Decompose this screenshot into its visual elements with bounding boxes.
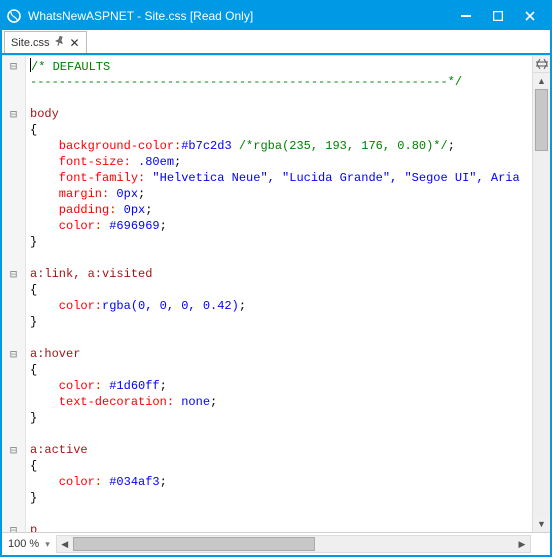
scroll-down-arrow-icon[interactable]: ▼: [533, 516, 550, 532]
tab-label: Site.css: [11, 37, 50, 49]
code-line[interactable]: [30, 426, 532, 442]
code-line[interactable]: {: [30, 458, 532, 474]
zoom-dropdown-icon[interactable]: ▾: [45, 539, 56, 550]
code-line[interactable]: }: [30, 234, 532, 250]
fold-toggle: [2, 154, 25, 170]
zoom-level[interactable]: 100 %: [2, 538, 45, 550]
fold-toggle: [2, 74, 25, 90]
document-tab[interactable]: Site.css ✕: [4, 31, 87, 53]
code-line[interactable]: [30, 506, 532, 522]
code-line[interactable]: {: [30, 362, 532, 378]
code-line[interactable]: a:hover: [30, 346, 532, 362]
code-line[interactable]: padding: 0px;: [30, 202, 532, 218]
maximize-button[interactable]: [484, 6, 512, 26]
title-bar[interactable]: WhatsNewASPNET - Site.css [Read Only]: [2, 2, 550, 30]
code-line[interactable]: [30, 90, 532, 106]
fold-toggle: [2, 410, 25, 426]
code-line[interactable]: font-size: .80em;: [30, 154, 532, 170]
hscroll-track[interactable]: [73, 536, 514, 552]
code-line[interactable]: a:link, a:visited: [30, 266, 532, 282]
code-line[interactable]: /* DEFAULTS: [30, 58, 532, 74]
code-line[interactable]: {: [30, 282, 532, 298]
fold-toggle: [2, 138, 25, 154]
fold-toggle: [2, 394, 25, 410]
code-line[interactable]: background-color:#b7c2d3 /*rgba(235, 193…: [30, 138, 532, 154]
horizontal-scrollbar[interactable]: ◀ ▶: [56, 535, 531, 553]
code-editor[interactable]: /* DEFAULTS-----------------------------…: [26, 56, 532, 532]
code-line[interactable]: color: #034af3;: [30, 474, 532, 490]
scroll-thumb[interactable]: [535, 89, 548, 151]
fold-toggle: [2, 250, 25, 266]
fold-toggle: [2, 218, 25, 234]
fold-toggle[interactable]: ⊟: [2, 58, 25, 74]
fold-toggle: [2, 378, 25, 394]
fold-toggle: [2, 426, 25, 442]
fold-toggle: [2, 362, 25, 378]
code-line[interactable]: {: [30, 122, 532, 138]
scroll-right-arrow-icon[interactable]: ▶: [514, 536, 530, 552]
minimize-button[interactable]: [452, 6, 480, 26]
fold-toggle: [2, 282, 25, 298]
code-line[interactable]: font-family: "Helvetica Neue", "Lucida G…: [30, 170, 532, 186]
code-line[interactable]: p: [30, 522, 532, 532]
fold-toggle: [2, 170, 25, 186]
fold-toggle: [2, 506, 25, 522]
outline-gutter[interactable]: ⊟ ⊟ ⊟ ⊟ ⊟ ⊟: [2, 56, 26, 532]
fold-toggle: [2, 314, 25, 330]
hscroll-thumb[interactable]: [73, 537, 315, 551]
fold-toggle: [2, 490, 25, 506]
scroll-left-arrow-icon[interactable]: ◀: [57, 536, 73, 552]
app-window: WhatsNewASPNET - Site.css [Read Only] Si…: [0, 0, 552, 557]
fold-toggle: [2, 330, 25, 346]
code-line[interactable]: [30, 250, 532, 266]
fold-toggle: [2, 122, 25, 138]
code-line[interactable]: }: [30, 410, 532, 426]
code-line[interactable]: margin: 0px;: [30, 186, 532, 202]
code-line[interactable]: }: [30, 490, 532, 506]
fold-toggle[interactable]: ⊟: [2, 106, 25, 122]
fold-toggle[interactable]: ⊟: [2, 522, 25, 532]
scroll-corner: [533, 533, 550, 555]
fold-toggle: [2, 474, 25, 490]
fold-toggle: [2, 234, 25, 250]
fold-toggle[interactable]: ⊟: [2, 442, 25, 458]
document-tab-strip: Site.css ✕: [2, 30, 550, 56]
pin-icon[interactable]: [52, 35, 66, 51]
code-line[interactable]: }: [30, 314, 532, 330]
code-line[interactable]: a:active: [30, 442, 532, 458]
fold-toggle: [2, 298, 25, 314]
window-controls: [452, 6, 544, 26]
scroll-track[interactable]: [533, 89, 550, 516]
vertical-scrollbar[interactable]: ▲ ▼: [532, 56, 550, 532]
app-icon: [6, 8, 22, 24]
fold-toggle: [2, 202, 25, 218]
code-line[interactable]: color: #696969;: [30, 218, 532, 234]
fold-toggle: [2, 90, 25, 106]
scroll-up-arrow-icon[interactable]: ▲: [533, 73, 550, 89]
code-line[interactable]: body: [30, 106, 532, 122]
split-button[interactable]: [533, 56, 550, 73]
code-line[interactable]: color: #1d60ff;: [30, 378, 532, 394]
status-bar: 100 % ▾ ◀ ▶: [2, 532, 550, 555]
editor-area: ⊟ ⊟ ⊟ ⊟ ⊟ ⊟ /* DEFAULTS----------------------…: [2, 55, 550, 532]
code-line[interactable]: ----------------------------------------…: [30, 74, 532, 90]
code-line[interactable]: color:rgba(0, 0, 0, 0.42);: [30, 298, 532, 314]
fold-toggle[interactable]: ⊟: [2, 346, 25, 362]
fold-toggle[interactable]: ⊟: [2, 266, 25, 282]
close-button[interactable]: [516, 6, 544, 26]
tab-close-button[interactable]: ✕: [68, 36, 82, 50]
window-title: WhatsNewASPNET - Site.css [Read Only]: [28, 9, 452, 23]
fold-toggle: [2, 186, 25, 202]
fold-toggle: [2, 458, 25, 474]
code-line[interactable]: text-decoration: none;: [30, 394, 532, 410]
code-line[interactable]: [30, 330, 532, 346]
